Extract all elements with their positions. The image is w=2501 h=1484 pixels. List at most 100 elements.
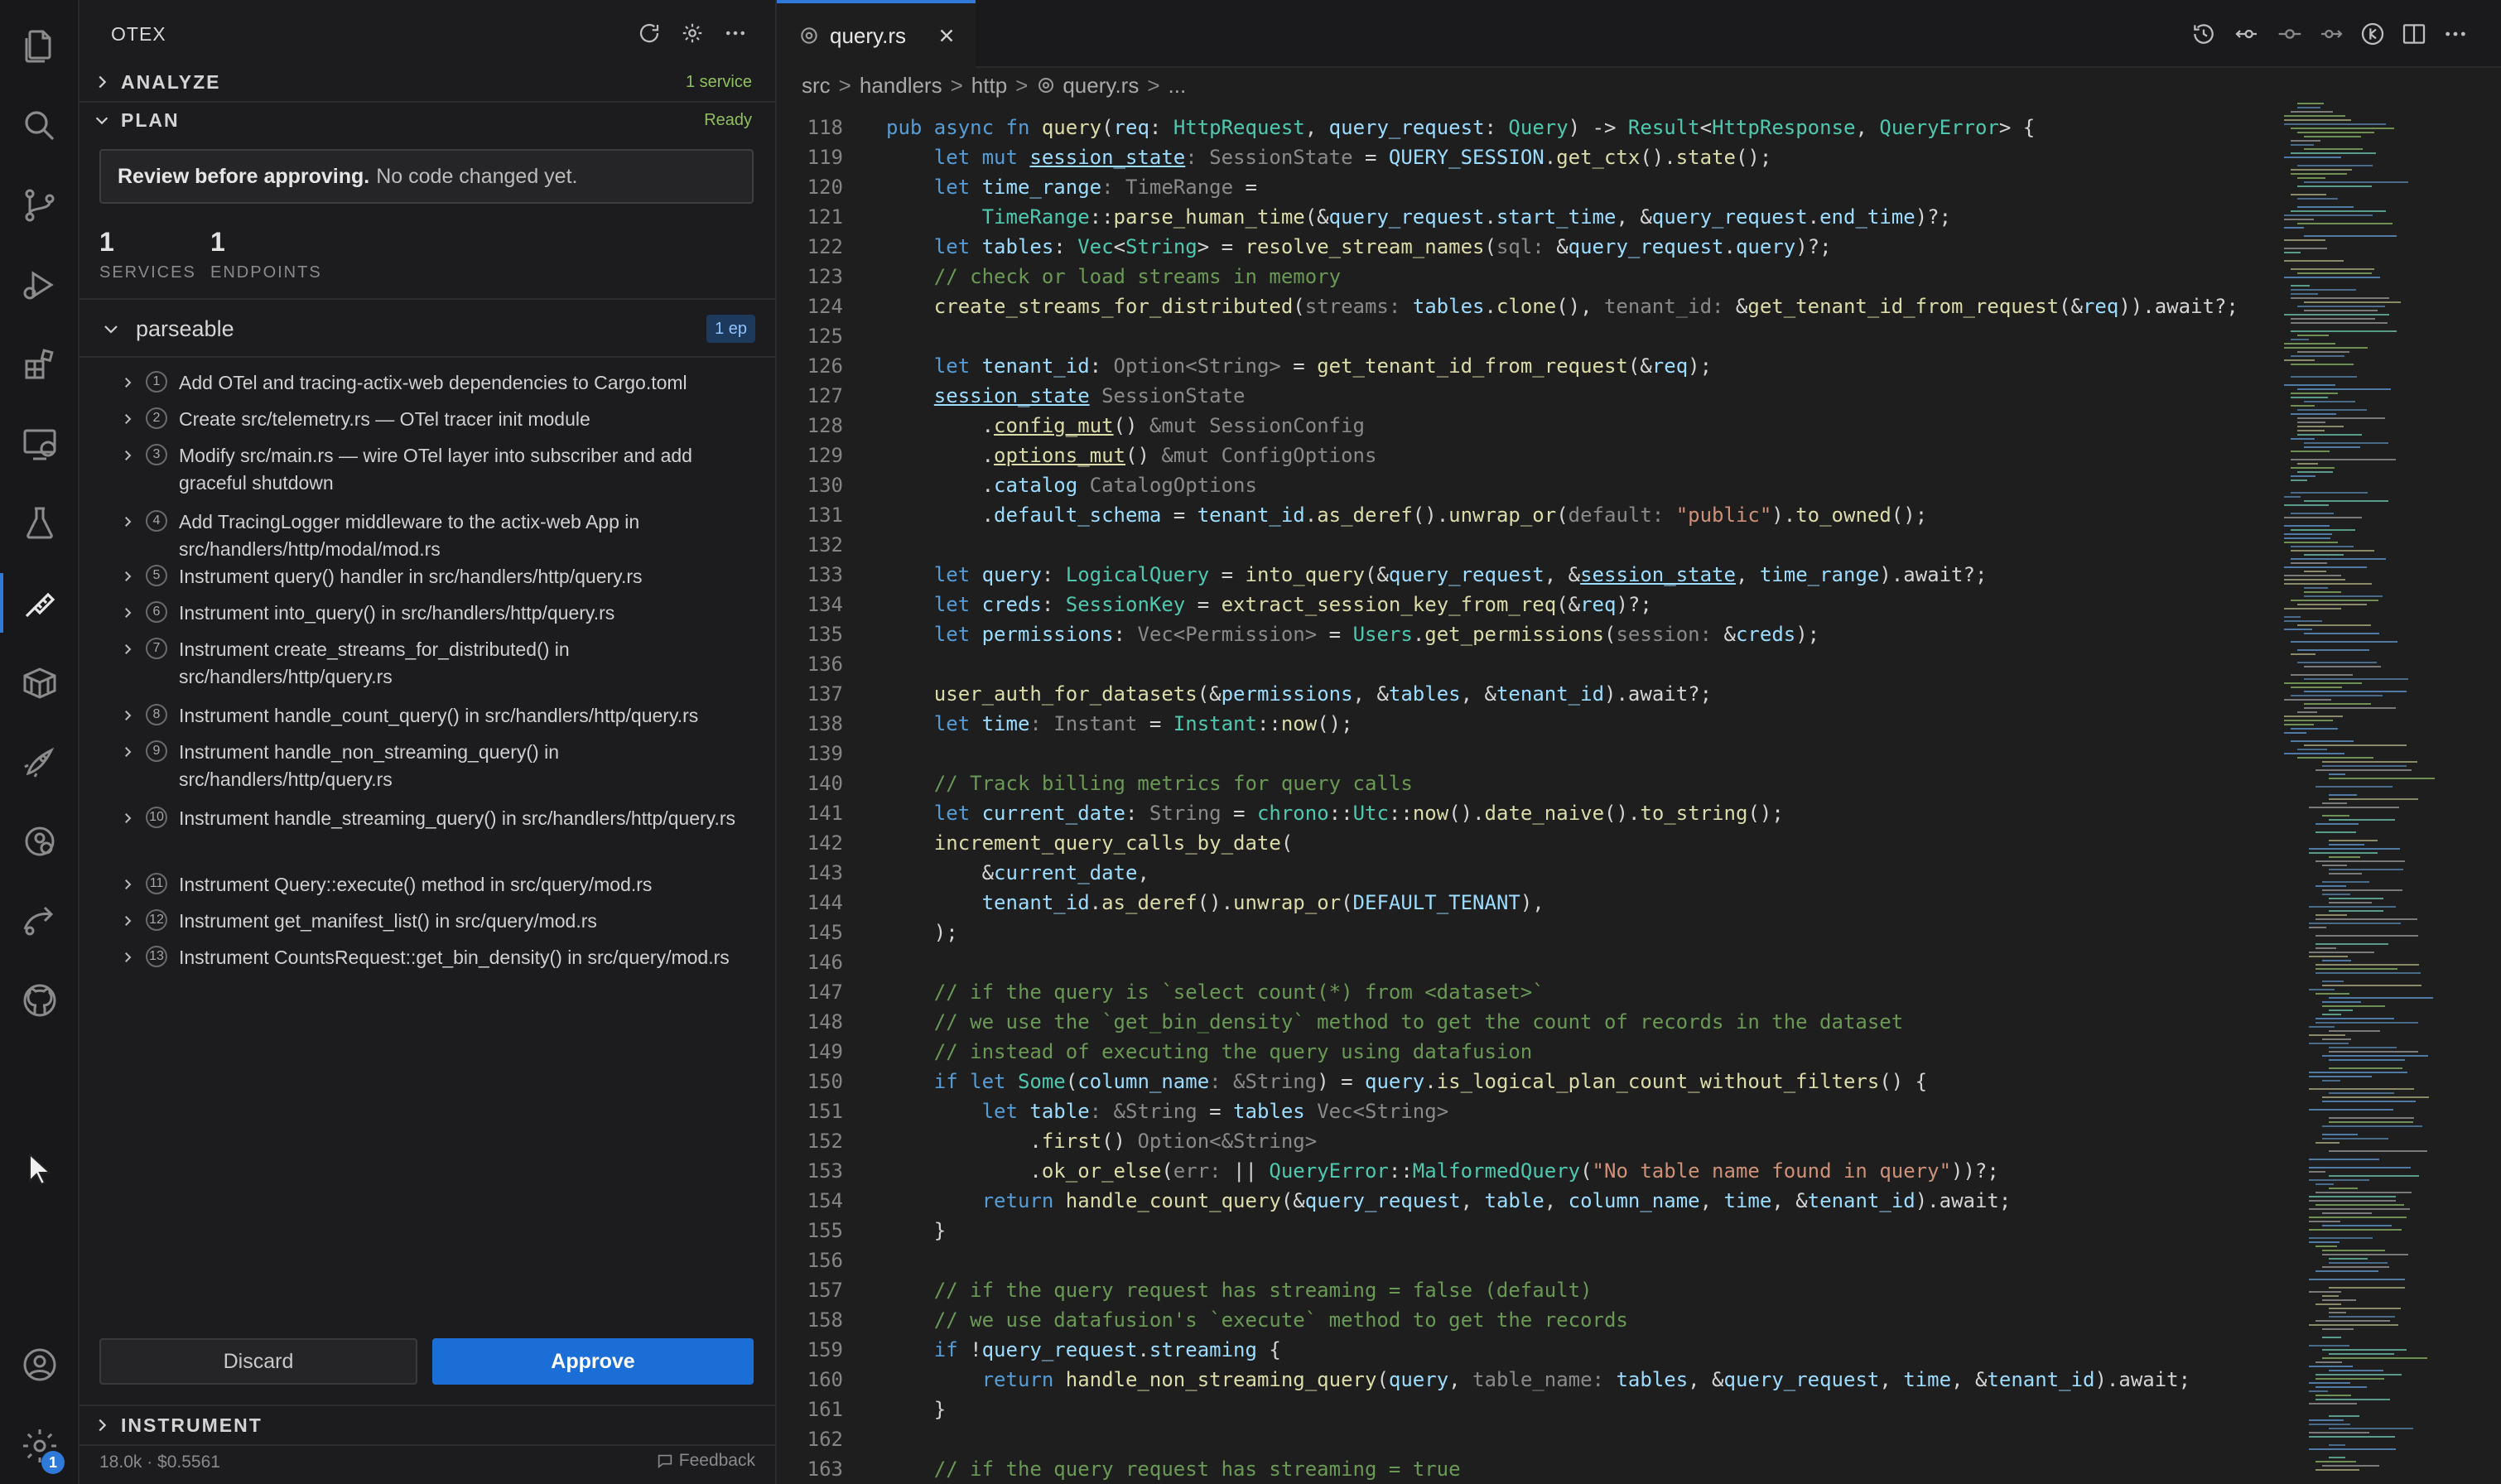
step-number: 1 bbox=[146, 371, 167, 393]
extensions-icon[interactable] bbox=[0, 331, 80, 398]
breadcrumb-item[interactable]: query.rs bbox=[1063, 73, 1139, 99]
minimap-line bbox=[2315, 823, 2359, 825]
chevron-right-icon bbox=[118, 706, 137, 725]
line-content: .options_mut() &mut ConfigOptions bbox=[886, 444, 1377, 467]
line-number: 131 bbox=[807, 504, 843, 527]
history-icon[interactable] bbox=[2190, 20, 2218, 48]
graph-icon[interactable] bbox=[0, 808, 80, 874]
chevron-right-icon bbox=[118, 639, 137, 659]
section-analyze[interactable]: ANALYZE 1 service bbox=[80, 63, 777, 101]
go-forward-icon[interactable] bbox=[2317, 20, 2345, 48]
refresh-icon[interactable] bbox=[634, 18, 664, 48]
line-number: 142 bbox=[807, 831, 843, 855]
code-line: 150 if let Some(column_name: &String) = … bbox=[777, 1067, 2276, 1096]
code-area[interactable]: 117 118pub async fn query(req: HttpReque… bbox=[777, 98, 2276, 1484]
breadcrumb-item[interactable]: handlers bbox=[860, 73, 942, 99]
minimap-line bbox=[2284, 157, 2341, 158]
approve-button[interactable]: Approve bbox=[432, 1338, 754, 1385]
step-number: 7 bbox=[146, 638, 167, 659]
service-group-parseable[interactable]: parseable 1 ep bbox=[80, 308, 777, 349]
open-changes-icon[interactable] bbox=[2359, 20, 2387, 48]
minimap-line bbox=[2315, 1361, 2342, 1363]
otex-icon[interactable] bbox=[0, 570, 80, 636]
minimap-line bbox=[2297, 335, 2329, 336]
line-number: 143 bbox=[807, 861, 843, 884]
line-number: 160 bbox=[807, 1368, 843, 1391]
discard-button[interactable]: Discard bbox=[99, 1338, 417, 1385]
minimap-line bbox=[2322, 881, 2369, 883]
remote-explorer-icon[interactable] bbox=[0, 411, 80, 477]
minimap-line bbox=[2284, 239, 2325, 241]
minimap-line bbox=[2322, 815, 2349, 817]
minimap-line bbox=[2322, 1225, 2392, 1226]
more-actions-icon[interactable] bbox=[720, 18, 750, 48]
minimap-line bbox=[2315, 1022, 2418, 1024]
deploy-icon[interactable] bbox=[0, 729, 80, 795]
minimap-line bbox=[2309, 1436, 2395, 1438]
code-line: 127 session_state SessionState bbox=[777, 381, 2276, 411]
minimap-line bbox=[2329, 1121, 2413, 1123]
minimap-line bbox=[2291, 728, 2338, 730]
live-share-icon[interactable] bbox=[0, 888, 80, 954]
go-back-icon[interactable] bbox=[2233, 20, 2261, 48]
code-line: 159 if !query_request.streaming { bbox=[777, 1335, 2276, 1365]
minimap-line bbox=[2291, 128, 2394, 129]
minimap-line bbox=[2284, 314, 2389, 316]
more-actions-icon[interactable] bbox=[2441, 20, 2470, 48]
breadcrumb-item[interactable]: ... bbox=[1169, 73, 1187, 99]
minimap-line bbox=[2291, 322, 2388, 324]
minimap-line bbox=[2329, 1287, 2405, 1289]
minimap-line bbox=[2309, 1382, 2350, 1384]
run-debug-icon[interactable] bbox=[0, 252, 80, 318]
breadcrumb-item[interactable]: http bbox=[971, 73, 1007, 99]
accounts-icon[interactable] bbox=[0, 1332, 80, 1398]
review-notice: Review before approving. No code changed… bbox=[99, 149, 754, 204]
minimap-line bbox=[2297, 165, 2373, 166]
settings-icon[interactable] bbox=[677, 18, 707, 48]
breadcrumb-item[interactable]: src bbox=[802, 73, 831, 99]
testing-icon[interactable] bbox=[0, 490, 80, 556]
code-line: 137 user_auth_for_datasets(&permissions,… bbox=[777, 679, 2276, 709]
minimap-line bbox=[2284, 260, 2344, 262]
explorer-icon[interactable] bbox=[0, 13, 80, 80]
minimap-line bbox=[2309, 1196, 2396, 1197]
minimap-line bbox=[2322, 1212, 2372, 1214]
section-plan[interactable]: PLAN Ready bbox=[80, 101, 777, 139]
feedback-link[interactable]: Feedback bbox=[656, 1451, 755, 1471]
code-line: 147 // if the query is `select count(*) … bbox=[777, 977, 2276, 1007]
minimap-line bbox=[2284, 533, 2332, 535]
line-number: 150 bbox=[807, 1070, 843, 1093]
minimap-line bbox=[2284, 753, 2344, 754]
minimap-line bbox=[2309, 1403, 2357, 1404]
line-number: 125 bbox=[807, 325, 843, 348]
minimap-line bbox=[2315, 943, 2388, 945]
minimap-line bbox=[2315, 968, 2397, 970]
line-number: 127 bbox=[807, 384, 843, 407]
split-editor-icon[interactable] bbox=[2400, 20, 2428, 48]
containers-icon[interactable] bbox=[0, 649, 80, 716]
minimap-line bbox=[2309, 923, 2401, 924]
minimap-line bbox=[2291, 492, 2368, 494]
section-instrument[interactable]: INSTRUMENT bbox=[80, 1406, 777, 1444]
minimap-line bbox=[2291, 695, 2383, 696]
minimap-line bbox=[2309, 906, 2396, 908]
step-number: 12 bbox=[146, 909, 167, 931]
tab-query-rs[interactable]: query.rs bbox=[777, 0, 976, 68]
github-icon[interactable] bbox=[0, 967, 80, 1034]
search-icon[interactable] bbox=[0, 93, 80, 159]
step-number: 11 bbox=[146, 873, 167, 894]
minimap-line bbox=[2315, 1399, 2390, 1400]
close-icon[interactable] bbox=[936, 25, 957, 46]
source-control-icon[interactable] bbox=[0, 172, 80, 238]
line-content: let permissions: Vec<Permission> = Users… bbox=[933, 623, 1820, 646]
minimap-line bbox=[2329, 1258, 2368, 1260]
line-number: 124 bbox=[807, 295, 843, 318]
line-content: TimeRange::parse_human_time(&query_reque… bbox=[981, 205, 1952, 229]
minimap-line bbox=[2291, 674, 2353, 676]
minimap-line bbox=[2315, 1378, 2384, 1380]
minimap[interactable] bbox=[2276, 98, 2491, 1484]
code-line: 148 // we use the `get_bin_density` meth… bbox=[777, 1007, 2276, 1037]
chevron-right-icon bbox=[91, 71, 113, 93]
manage-gear-icon[interactable]: 1 bbox=[0, 1413, 80, 1479]
timeline-icon[interactable] bbox=[2276, 20, 2304, 48]
